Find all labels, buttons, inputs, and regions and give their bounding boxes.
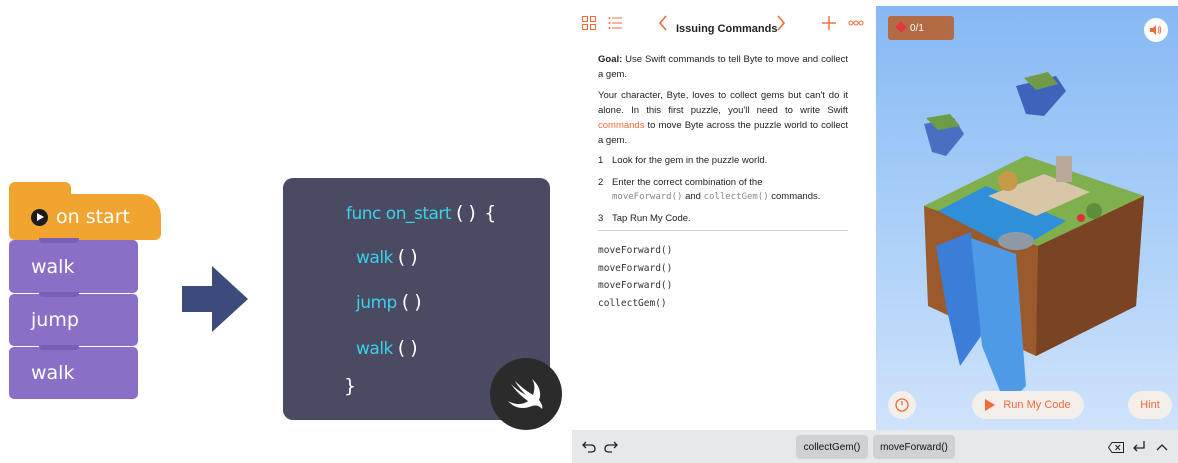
call-parens: ( ) [397, 337, 418, 359]
chevron-up-icon[interactable] [1156, 443, 1168, 451]
call-parens: ( ) [401, 291, 422, 313]
hint-button-label: Hint [1140, 399, 1160, 411]
delete-icon[interactable] [1108, 442, 1124, 453]
chevron-right-icon[interactable] [776, 15, 786, 31]
code-line[interactable]: moveForward() [598, 260, 672, 278]
step-text: and [685, 191, 701, 202]
call-name: walk [356, 248, 393, 268]
step-text: Tap Run My Code. [612, 213, 691, 224]
speaker-icon[interactable] [1144, 18, 1168, 42]
puzzle-world-view[interactable]: 0/1 Run My Code Hint [876, 6, 1178, 430]
block-notch [39, 292, 79, 297]
tutorial-collage: on start walk jump walk func on_start ( … [0, 0, 1178, 463]
hint-button[interactable]: Hint [1128, 391, 1172, 419]
instructions-text: Goal: Use Swift commands to tell Byte to… [598, 52, 848, 234]
walk-block: walk [9, 345, 138, 399]
step-text: Look for the gem in the puzzle world. [612, 155, 768, 166]
code-call-line: jump ( ) [356, 291, 422, 313]
code-line[interactable]: collectGem() [598, 295, 672, 313]
swift-logo-badge [490, 358, 562, 430]
hat-block-label: on start [56, 206, 130, 228]
speed-button[interactable] [888, 391, 916, 419]
swift-logo-icon [508, 379, 543, 409]
play-icon [31, 208, 48, 226]
return-icon[interactable] [1132, 441, 1146, 453]
right-arrow-icon [182, 266, 248, 332]
block-label: walk [31, 362, 75, 384]
call-parens: ( ) [397, 246, 418, 268]
divider [598, 230, 848, 231]
gem-counter: 0/1 [888, 16, 954, 40]
walk-block: walk [9, 238, 138, 293]
code-editor[interactable]: moveForward() moveForward() moveForward(… [598, 242, 672, 312]
suggestion-chip[interactable]: moveForward() [873, 435, 955, 459]
plus-icon[interactable] [822, 16, 836, 30]
puzzle-world-illustration [924, 72, 1144, 406]
step-text: commands. [771, 191, 821, 202]
list-icon[interactable] [608, 16, 622, 30]
code-line[interactable]: moveForward() [598, 242, 672, 260]
function-parens: ( ) [455, 202, 476, 224]
step-text: Enter the correct combination of the [612, 177, 763, 188]
block-notch [39, 345, 79, 350]
run-my-code-button[interactable]: Run My Code [972, 391, 1084, 419]
more-icon[interactable] [848, 20, 864, 26]
step-item: 3 Tap Run My Code. [598, 212, 848, 226]
intro-text: Your character, Byte, loves to collect g… [598, 90, 848, 116]
speed-gauge-icon [895, 398, 909, 412]
commands-link[interactable]: commands [598, 120, 644, 131]
code-call-line: walk ( ) [356, 337, 418, 359]
code-token: collectGem() [703, 192, 769, 202]
step-number: 3 [598, 213, 604, 224]
close-brace: } [344, 375, 356, 397]
block-notch [39, 238, 79, 243]
goal-text: Use Swift commands to tell Byte to move … [598, 54, 848, 80]
undo-icon[interactable] [582, 441, 596, 453]
page-title: Issuing Commands [676, 23, 778, 35]
steps-list: 1 Look for the gem in the puzzle world. … [598, 154, 848, 226]
chevron-left-icon[interactable] [658, 15, 668, 31]
redo-icon[interactable] [604, 441, 618, 453]
code-line[interactable]: moveForward() [598, 277, 672, 295]
suggestion-chip[interactable]: collectGem() [796, 435, 868, 459]
call-name: walk [356, 339, 393, 359]
jump-block: jump [9, 292, 138, 346]
close-brace-line: } [344, 375, 356, 397]
step-number: 1 [598, 155, 604, 166]
step-item: 2 Enter the correct combination of the m… [598, 176, 848, 204]
top-bar: Issuing Commands [572, 6, 876, 40]
open-brace: { [484, 202, 496, 224]
function-name: on_start [385, 204, 452, 224]
block-label: jump [31, 309, 79, 331]
call-name: jump [356, 293, 397, 313]
block-label: walk [31, 255, 75, 278]
code-call-line: walk ( ) [356, 246, 418, 268]
goal-paragraph: Goal: Use Swift commands to tell Byte to… [598, 52, 848, 82]
shortcut-bar: collectGem() moveForward() [572, 430, 1178, 463]
step-item: 1 Look for the gem in the puzzle world. [598, 154, 848, 168]
function-declaration: func on_start ( ) { [346, 202, 496, 224]
goal-label: Goal: [598, 54, 623, 65]
playground-instructions-panel: Issuing Commands Goal: Use Swift command… [572, 0, 876, 430]
grid-icon[interactable] [582, 16, 596, 30]
run-button-label: Run My Code [1003, 399, 1071, 411]
play-icon [985, 399, 996, 411]
intro-paragraph: Your character, Byte, loves to collect g… [598, 88, 848, 148]
func-keyword: func [346, 204, 381, 224]
code-token: moveForward() [612, 192, 683, 202]
on-start-block: on start [9, 182, 161, 240]
step-number: 2 [598, 177, 604, 188]
hat-block-body: on start [9, 194, 161, 240]
